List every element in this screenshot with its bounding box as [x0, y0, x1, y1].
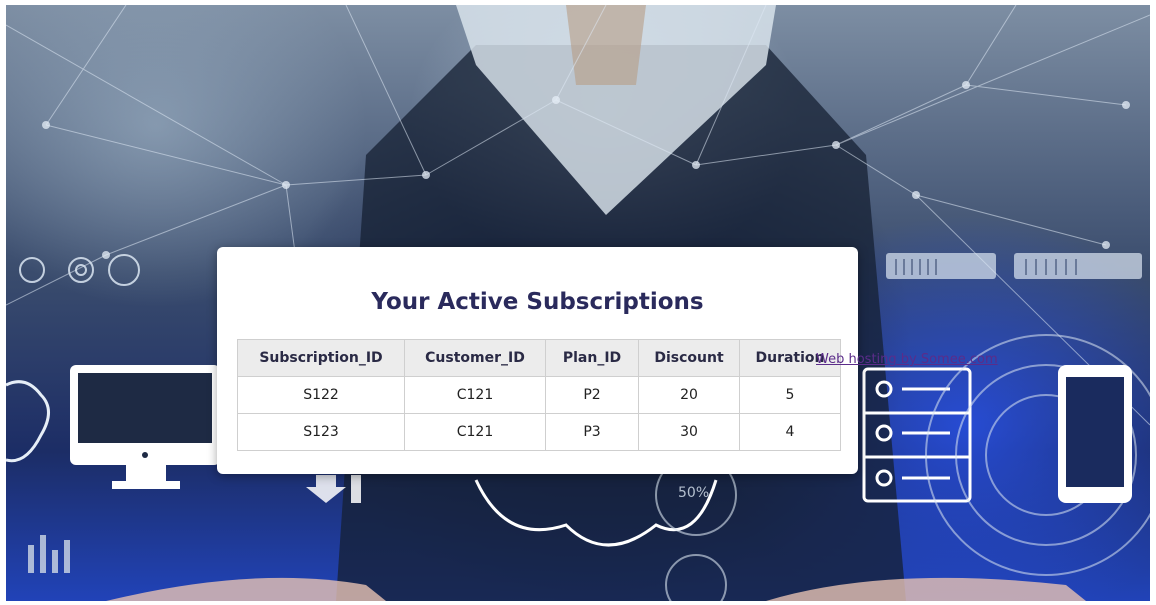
column-header-plan-id: Plan_ID [545, 339, 639, 377]
page-title: Your Active Subscriptions [371, 289, 704, 315]
table-cell: P2 [545, 376, 639, 414]
column-header-discount: Discount [638, 339, 740, 377]
table-cell: P3 [545, 413, 639, 451]
table-cell: 20 [638, 376, 740, 414]
percent-badge: 50% [678, 485, 709, 501]
table-cell: C121 [404, 376, 546, 414]
table-cell: S123 [237, 413, 405, 451]
table-cell: C121 [404, 413, 546, 451]
subscriptions-table: Subscription_ID Customer_ID Plan_ID Disc… [237, 339, 841, 451]
table-cell: 5 [739, 376, 841, 414]
phone-icon [1058, 365, 1132, 503]
table-header-row: Subscription_ID Customer_ID Plan_ID Disc… [237, 339, 841, 377]
column-header-customer-id: Customer_ID [404, 339, 546, 377]
table-cell: S122 [237, 376, 405, 414]
web-hosting-credit-link[interactable]: Web hosting by Somee.com [816, 352, 998, 367]
table-row: S122 C121 P2 20 5 [237, 376, 841, 414]
table-row: S123 C121 P3 30 4 [237, 413, 841, 451]
table-cell: 30 [638, 413, 740, 451]
subscriptions-card: Your Active Subscriptions Subscription_I… [217, 247, 858, 474]
monitor-icon [70, 365, 220, 489]
table-cell: 4 [739, 413, 841, 451]
column-header-subscription-id: Subscription_ID [237, 339, 405, 377]
